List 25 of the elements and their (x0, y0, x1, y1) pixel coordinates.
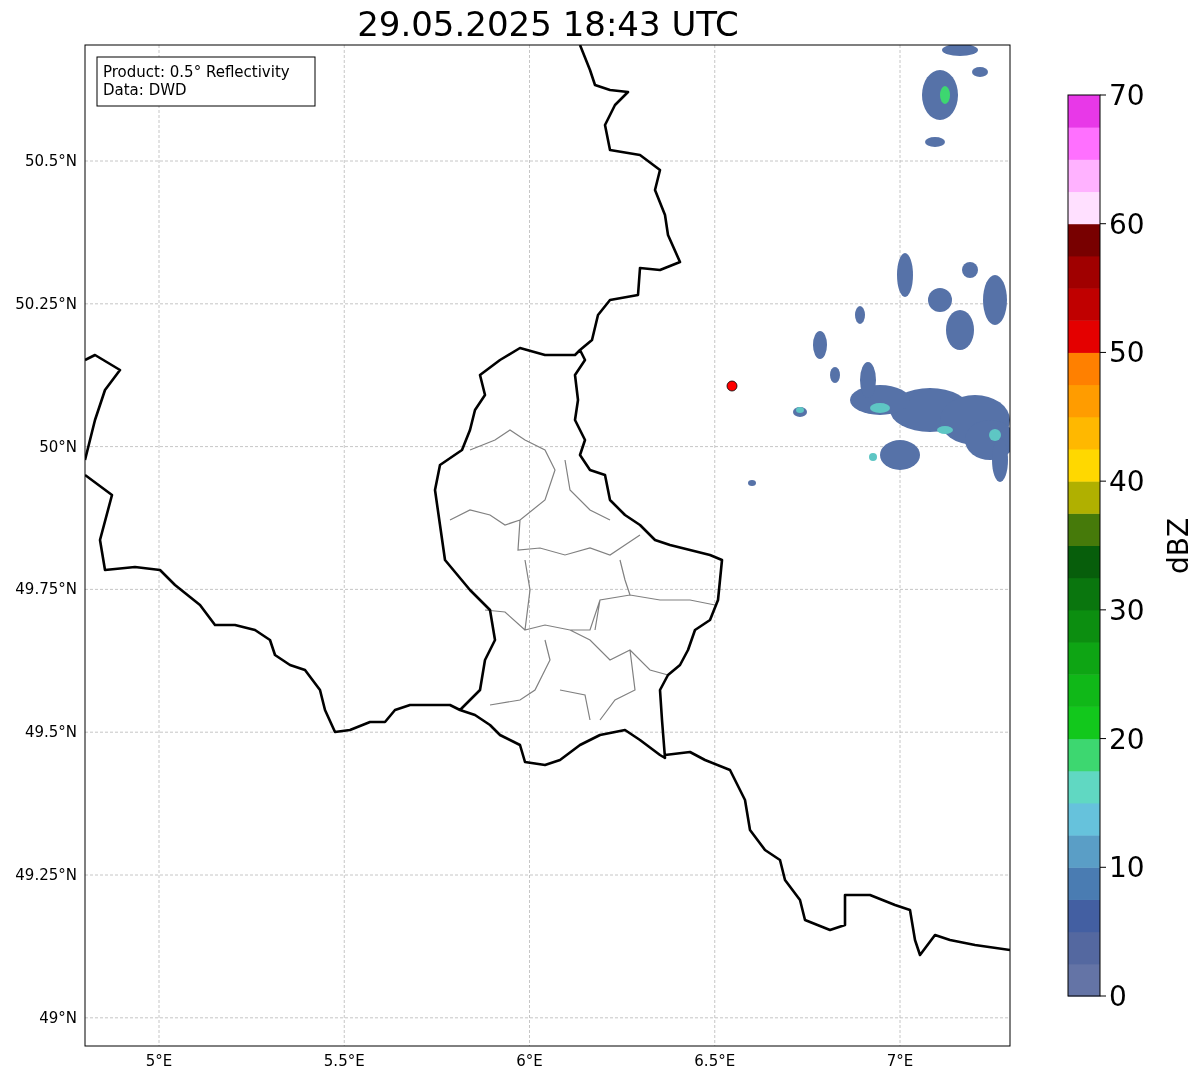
colorbar-tick-label: 70 (1109, 79, 1145, 112)
colorbar-tick-label: 30 (1109, 593, 1145, 627)
longitude-label: 7°E (886, 1052, 914, 1070)
colorbar-tick-label: 10 (1109, 851, 1145, 885)
latitude-label: 49.75°N (15, 580, 77, 599)
info-text: Data: DWD (103, 81, 187, 99)
colorbar-tick-label: 60 (1109, 207, 1145, 241)
colorbar-label: dBZ (1162, 517, 1195, 575)
radar-station-marker (726, 380, 738, 392)
latitude-label: 50.25°N (15, 294, 77, 313)
info-text: Product: 0.5° Reflectivity (103, 63, 290, 81)
colorbar-tick-label: 40 (1109, 465, 1145, 499)
colorbar-tick-label: 50 (1109, 336, 1145, 370)
latitude-label: 50°N (39, 437, 77, 456)
longitude-label: 6.5°E (694, 1052, 736, 1070)
longitude-label: 6°E (516, 1052, 543, 1070)
colorbar-tick-label: 20 (1109, 722, 1145, 756)
latitude-label: 49°N (39, 1008, 77, 1027)
chart-title: 29.05.2025 18:43 UTC (357, 4, 739, 44)
longitude-label: 5°E (145, 1052, 173, 1070)
latitude-label: 49.5°N (24, 723, 77, 742)
latitude-label: 50.5°N (24, 152, 77, 170)
longitude-label: 5.5°E (323, 1052, 365, 1070)
colorbar-tick-label: 0 (1109, 980, 1127, 1013)
latitude-label: 49.25°N (15, 866, 77, 884)
